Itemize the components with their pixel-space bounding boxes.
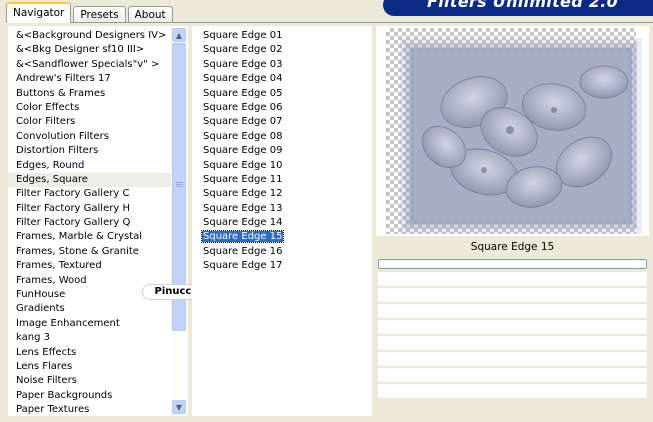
category-item[interactable]: Filter Factory Gallery H: [8, 202, 171, 216]
filter-item-label: Square Edge 11: [203, 173, 283, 185]
up-arrow-icon: ▲: [175, 30, 183, 40]
category-item[interactable]: &<Background Designers IV>: [8, 29, 171, 43]
param-row: [378, 288, 647, 304]
filter-item[interactable]: Square Edge 04: [192, 72, 372, 86]
category-item[interactable]: Lens Flares: [8, 360, 171, 374]
filter-item-label: Square Edge 16: [203, 245, 283, 257]
category-item[interactable]: Convolution Filters: [8, 130, 171, 144]
preview-pane: [376, 26, 649, 236]
flower-pattern-image: [414, 52, 628, 220]
filter-item-label: Square Edge 01: [203, 30, 283, 41]
progress-bar: [378, 259, 647, 269]
category-item[interactable]: Andrew's Filters 17: [8, 72, 171, 86]
category-item[interactable]: Distortion Filters: [8, 144, 171, 158]
filter-item[interactable]: Square Edge 10: [192, 159, 372, 173]
filter-item[interactable]: Square Edge 13: [192, 202, 372, 216]
category-item[interactable]: Color Filters: [8, 115, 171, 129]
filter-item-label: Square Edge 13: [203, 202, 283, 214]
parameter-area: [378, 272, 647, 400]
param-row: [378, 368, 647, 384]
filter-item[interactable]: Square Edge 02: [192, 43, 372, 57]
category-item[interactable]: &<Bkg Designer sf10 III>: [8, 43, 171, 57]
filter-list[interactable]: Square Edge 01 Square Edge 02 Square Edge …: [192, 29, 372, 274]
filter-item[interactable]: Square Edge 01: [192, 29, 372, 43]
filter-item[interactable]: Square Edge 11: [192, 173, 372, 187]
scroll-down-button[interactable]: ▼: [172, 400, 186, 414]
filter-item[interactable]: Square Edge 15: [192, 230, 372, 244]
category-item[interactable]: Frames, Textured: [8, 259, 171, 273]
category-item[interactable]: Color Effects: [8, 101, 171, 115]
tab-presets[interactable]: Presets: [73, 6, 126, 23]
filter-item[interactable]: Square Edge 09: [192, 144, 372, 158]
grip-icon: [176, 182, 183, 183]
category-item[interactable]: Paper Textures: [8, 403, 171, 416]
category-item[interactable]: Filter Factory Gallery Q: [8, 216, 171, 230]
category-item[interactable]: Frames, Stone & Granite: [8, 245, 171, 259]
filter-item-label: Square Edge 14: [203, 217, 283, 229]
filter-item-label: Square Edge 06: [203, 101, 283, 113]
filter-item-label: Square Edge 10: [203, 159, 283, 171]
category-scrollbar[interactable]: ▲ ▼: [172, 28, 186, 414]
scroll-up-button[interactable]: ▲: [172, 28, 186, 42]
category-panel: &<Background Designers IV> &<Bkg Designer…: [8, 26, 188, 416]
app-title: Filters Unlimited 2.0: [427, 0, 619, 11]
category-list[interactable]: &<Background Designers IV> &<Bkg Designer…: [8, 29, 171, 416]
filter-item[interactable]: Square Edge 06: [192, 101, 372, 115]
filter-item-label: Square Edge 02: [203, 44, 283, 56]
preview-image: [414, 52, 628, 220]
category-item[interactable]: Buttons & Frames: [8, 87, 171, 101]
filter-item-label: Square Edge 07: [203, 116, 283, 128]
param-row: [378, 336, 647, 352]
filter-item[interactable]: Square Edge 17: [192, 259, 372, 273]
param-row: [378, 304, 647, 320]
category-item[interactable]: Paper Backgrounds: [8, 389, 171, 403]
filter-item-label: Square Edge 15: [200, 230, 285, 244]
param-row: [378, 384, 647, 400]
filter-item[interactable]: Square Edge 07: [192, 115, 372, 129]
filter-item-label: Square Edge 17: [203, 260, 283, 272]
filter-item[interactable]: Square Edge 05: [192, 87, 372, 101]
filter-item-label: Square Edge 08: [203, 130, 283, 142]
category-item[interactable]: kang 3: [8, 331, 171, 345]
tab-divider: [6, 22, 653, 23]
filter-item-label: Square Edge 05: [203, 87, 283, 99]
tab-bar: Navigator Presets About: [6, 2, 175, 23]
param-row: [378, 352, 647, 368]
category-item[interactable]: &<Sandflower Specials"v" >: [8, 58, 171, 72]
category-item[interactable]: Lens Effects: [8, 346, 171, 360]
category-item[interactable]: Noise Filters: [8, 374, 171, 388]
param-row: [378, 272, 647, 288]
category-item[interactable]: Filter Factory Gallery C: [8, 187, 171, 201]
title-banner: Filters Unlimited 2.0: [383, 0, 653, 16]
category-item[interactable]: Image Enhancement: [8, 317, 171, 331]
param-row: [378, 320, 647, 336]
preview-caption: Square Edge 15: [470, 241, 555, 253]
transparency-checkerboard: [386, 28, 636, 234]
category-item[interactable]: Gradients: [8, 302, 171, 316]
tab-about[interactable]: About: [127, 6, 173, 23]
filter-item[interactable]: Square Edge 16: [192, 245, 372, 259]
filter-item-label: Square Edge 12: [203, 188, 283, 200]
filter-item-label: Square Edge 03: [203, 58, 283, 70]
filter-item-label: Square Edge 09: [203, 145, 283, 157]
down-arrow-icon: ▼: [175, 402, 183, 412]
filter-panel: Square Edge 01 Square Edge 02 Square Edge …: [192, 26, 372, 416]
filter-item-label: Square Edge 04: [203, 73, 283, 85]
category-item[interactable]: Edges, Round: [8, 159, 171, 173]
category-item[interactable]: Frames, Marble & Crystal: [8, 230, 171, 244]
category-item[interactable]: Edges, Square: [8, 172, 171, 188]
filter-item[interactable]: Square Edge 08: [192, 130, 372, 144]
filter-item[interactable]: Square Edge 14: [192, 216, 372, 230]
tab-navigator[interactable]: Navigator: [6, 2, 72, 23]
filter-item[interactable]: Square Edge 12: [192, 187, 372, 201]
filter-item[interactable]: Square Edge 03: [192, 58, 372, 72]
